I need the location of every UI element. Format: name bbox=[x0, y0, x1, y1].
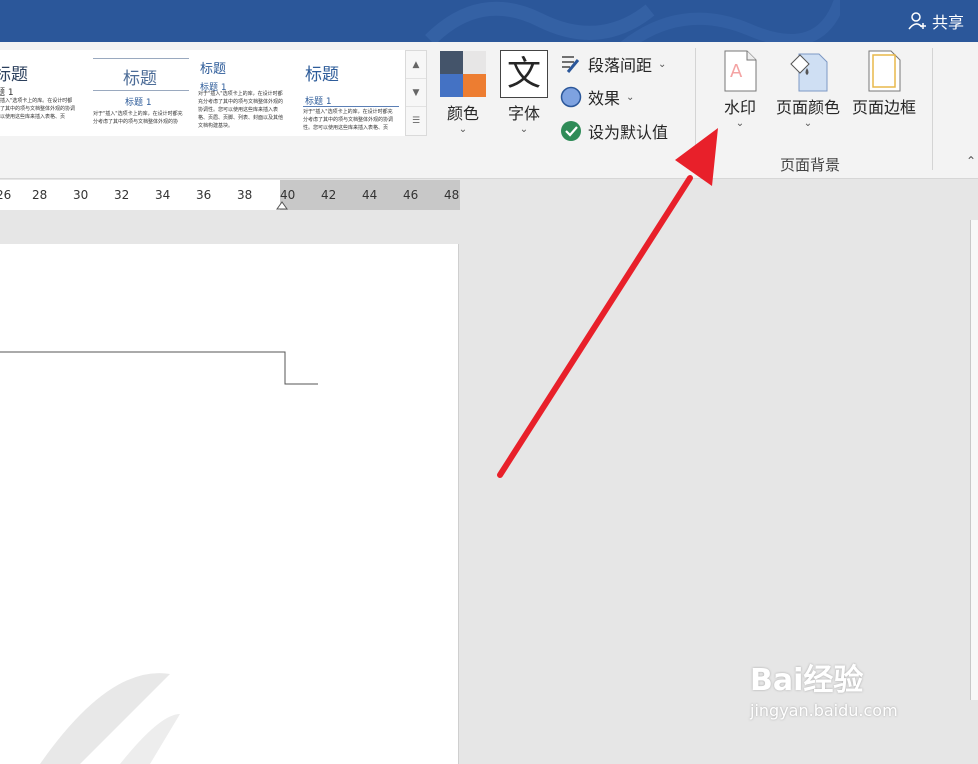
style-thumb-body: 对于"插入"选项卡上的库，在设计时都充 分考虑了其中的项与文档整体外观的协 bbox=[93, 111, 183, 125]
ruler-tick: 32 bbox=[114, 188, 130, 202]
ruler-tick: 28 bbox=[32, 188, 48, 202]
vertical-scrollbar[interactable] bbox=[970, 220, 978, 700]
chevron-down-icon: ⌄ bbox=[658, 58, 667, 70]
paragraph-spacing-icon bbox=[562, 56, 580, 73]
effects-button[interactable]: 效果 ⌄ bbox=[560, 85, 634, 109]
page-color-label: 页面颜色 bbox=[775, 98, 840, 117]
gallery-scroll-up-icon[interactable]: ▲ bbox=[406, 51, 426, 79]
style-thumb-title: 标题 bbox=[0, 65, 28, 85]
group-divider bbox=[932, 48, 933, 170]
watermark-label: 水印 bbox=[723, 98, 756, 117]
chevron-down-icon: ⌄ bbox=[458, 124, 468, 135]
colors-label: 颜色 bbox=[446, 104, 479, 123]
ribbon: 标题 题 1 插入"选项卡上的库。在设计时都 了其中的项与文档整体外观的协调 以… bbox=[0, 42, 978, 179]
style-thumb-rule bbox=[93, 58, 189, 59]
gallery-more-icon[interactable]: ☰ bbox=[406, 107, 426, 135]
gallery-scroll: ▲ ▼ ☰ bbox=[405, 50, 427, 136]
style-thumb-title: 标题 bbox=[305, 65, 339, 85]
title-bar: 共享 bbox=[0, 0, 978, 42]
ruler-tick: 36 bbox=[196, 188, 212, 202]
page-background-group-label: 页面背景 bbox=[780, 156, 841, 174]
page-borders-button[interactable]: 页面边框 bbox=[848, 50, 920, 118]
ruler-tick: 48 bbox=[444, 188, 460, 202]
style-thumb-body: 对于"插入"选项卡上的库，在设计时都 充分考虑了其中的项与文档整体外观的 协调性… bbox=[198, 91, 284, 129]
watermark-button[interactable]: A 水印 ⌄ bbox=[716, 50, 764, 130]
style-thumb-3[interactable]: 标题 标题 1 对于"插入"选项卡上的库，在设计时都 充分考虑了其中的项与文档整… bbox=[198, 50, 298, 136]
ruler-tick: 46 bbox=[403, 188, 419, 202]
horizontal-ruler[interactable]: 26 28 30 32 34 36 38 40 42 44 46 48 bbox=[0, 180, 460, 210]
style-thumb-title: 标题 bbox=[200, 62, 227, 77]
group-divider bbox=[695, 48, 696, 170]
effects-label: 效果 bbox=[588, 89, 621, 108]
baidu-jingyan-watermark: Bai经验 jingyan.baidu.com bbox=[750, 655, 898, 720]
set-as-default-button[interactable]: 设为默认值 bbox=[560, 119, 668, 143]
collapse-ribbon-icon[interactable]: ⌃ bbox=[966, 154, 976, 168]
share-button[interactable]: 共享 bbox=[908, 9, 964, 33]
watermark-url: jingyan.baidu.com bbox=[750, 701, 898, 720]
style-thumb-1[interactable]: 标题 题 1 插入"选项卡上的库。在设计时都 了其中的项与文档整体外观的协调 以… bbox=[0, 50, 92, 136]
style-thumb-body: 对于"插入"选项卡上的库，在设计时都充 分考虑了其中的项与文档整体外观的协调 性… bbox=[303, 109, 394, 131]
page-color-icon bbox=[790, 53, 828, 92]
right-indent-marker-icon[interactable] bbox=[276, 200, 288, 210]
watermark-brand: Bai经验 bbox=[750, 663, 864, 698]
style-thumb-title: 标题 bbox=[123, 69, 157, 89]
color-palette-icon bbox=[440, 51, 486, 97]
style-thumb-2[interactable]: 标题 标题 1 对于"插入"选项卡上的库，在设计时都充 分考虑了其中的项与文档整… bbox=[93, 50, 191, 136]
fonts-button[interactable]: 文 字体 ⌄ bbox=[498, 50, 550, 136]
watermark-icon: A bbox=[724, 50, 757, 92]
ruler-tick: 38 bbox=[237, 188, 253, 202]
page-borders-icon bbox=[868, 50, 901, 92]
style-thumb-subtitle: 标题 1 bbox=[125, 98, 152, 108]
person-add-icon bbox=[908, 12, 926, 30]
chevron-down-icon: ⌄ bbox=[626, 91, 635, 103]
ruler-tick: 26 bbox=[0, 188, 12, 202]
chevron-down-icon: ⌄ bbox=[519, 124, 529, 135]
paragraph-spacing-label: 段落间距 bbox=[588, 56, 653, 75]
ruler-tick: 44 bbox=[362, 188, 378, 202]
ruler-tick: 30 bbox=[73, 188, 89, 202]
fonts-label: 字体 bbox=[507, 104, 540, 123]
set-as-default-label: 设为默认值 bbox=[588, 123, 669, 142]
page-color-button[interactable]: 页面颜色 ⌄ bbox=[772, 50, 844, 130]
checkmark-icon bbox=[561, 121, 581, 141]
ruler-tick: 34 bbox=[155, 188, 171, 202]
style-thumb-rule bbox=[303, 106, 399, 107]
chevron-down-icon: ⌄ bbox=[735, 118, 745, 129]
style-thumb-body: 插入"选项卡上的库。在设计时都 了其中的项与文档整体外观的协调 以使用这些库来插… bbox=[0, 98, 76, 120]
style-thumb-rule bbox=[93, 90, 189, 91]
page-borders-label: 页面边框 bbox=[851, 98, 916, 117]
share-label: 共享 bbox=[931, 13, 964, 32]
colors-button[interactable]: 颜色 ⌄ bbox=[438, 50, 488, 136]
paragraph-spacing-button[interactable]: 段落间距 ⌄ bbox=[560, 52, 666, 76]
document-page[interactable] bbox=[0, 244, 459, 764]
ruler-tick: 42 bbox=[321, 188, 337, 202]
style-thumb-4[interactable]: 标题 标题 1 对于"插入"选项卡上的库，在设计时都充 分考虑了其中的项与文档整… bbox=[303, 50, 403, 136]
title-bar-pattern bbox=[425, 0, 840, 42]
margin-corner-marks bbox=[0, 351, 318, 764]
font-glyph-icon: 文 bbox=[500, 50, 548, 98]
svg-text:A: A bbox=[730, 61, 743, 82]
chevron-down-icon: ⌄ bbox=[803, 118, 813, 129]
gallery-scroll-down-icon[interactable]: ▼ bbox=[406, 79, 426, 107]
effects-icon bbox=[560, 86, 582, 108]
style-gallery: 标题 题 1 插入"选项卡上的库。在设计时都 了其中的项与文档整体外观的协调 以… bbox=[0, 50, 405, 136]
